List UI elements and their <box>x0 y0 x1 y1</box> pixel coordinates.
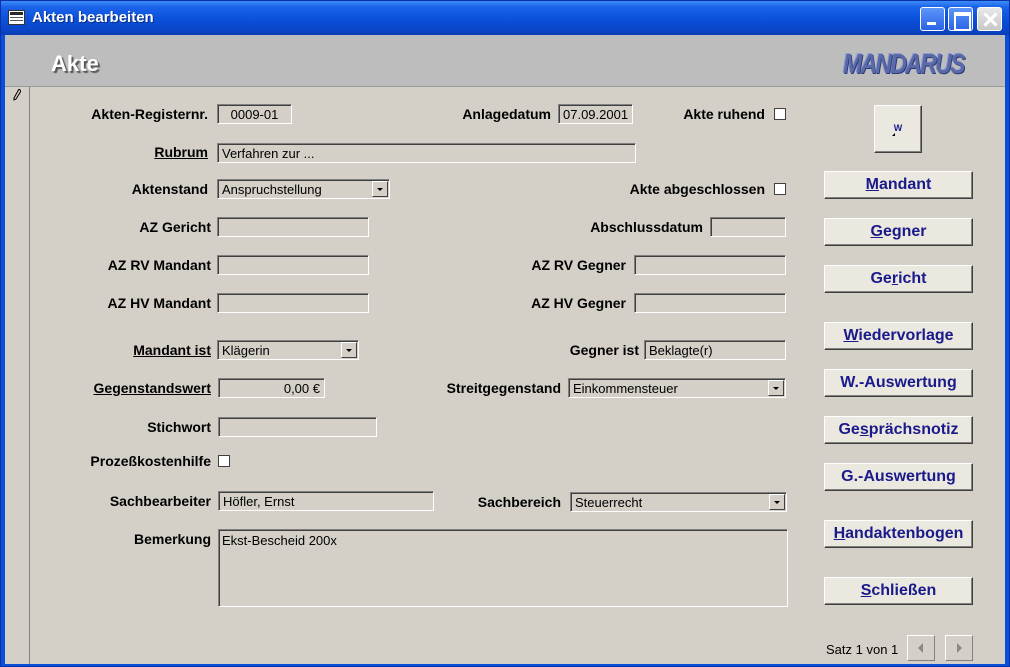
gericht-button[interactable]: Gericht <box>824 265 973 293</box>
schliessen-text: chließen <box>871 582 937 599</box>
rubrum-label[interactable]: Rubrum <box>88 144 208 160</box>
sachbearbeiter-field[interactable]: Höfler, Ernst <box>218 491 434 511</box>
dropdown-arrow-icon[interactable] <box>769 494 785 510</box>
stichwort-label: Stichwort <box>147 419 211 435</box>
akte-abgeschlossen-checkbox[interactable] <box>774 183 786 195</box>
anlagedatum-label: Anlagedatum <box>462 106 551 122</box>
streitgegenstand-value: Einkommensteuer <box>573 381 678 396</box>
gespraechsnotiz-accel: s <box>859 421 869 438</box>
aktenstand-combo[interactable]: Anspruchstellung <box>217 179 390 199</box>
gegenstandswert-label[interactable]: Gegenstandswert <box>88 380 211 396</box>
sachbereich-label: Sachbereich <box>477 494 561 510</box>
gericht-pre: Ge <box>870 270 892 287</box>
gegner-text: egner <box>882 223 927 240</box>
svg-text:W: W <box>894 123 903 133</box>
wiedervorlage-button[interactable]: Wiedervorlage <box>824 322 973 350</box>
akte-abgeschlossen-label: Akte abgeschlossen <box>629 181 765 197</box>
mandant-ist-value: Klägerin <box>222 343 270 358</box>
az-hv-mandant-field[interactable] <box>217 293 369 313</box>
w-auswertung-button[interactable]: W.-Auswertung <box>824 369 973 397</box>
streitgegenstand-combo[interactable]: Einkommensteuer <box>568 378 786 398</box>
aktenregister-label: Akten-Registernr. <box>91 106 208 122</box>
gegenstandswert-field[interactable]: 0,00 € <box>218 378 325 398</box>
schliessen-button[interactable]: Schließen <box>824 577 973 605</box>
gespraechsnotiz-post: prächsnotiz <box>868 421 959 438</box>
pencil-icon <box>13 89 21 101</box>
handaktenbogen-text: andaktenbogen <box>845 525 964 542</box>
w-auswertung-text: W.-Auswertung <box>840 374 957 391</box>
az-hv-gegner-field[interactable] <box>634 293 786 313</box>
az-gericht-label: AZ Gericht <box>139 219 211 235</box>
az-rv-gegner-field[interactable] <box>634 255 786 275</box>
record-counter: Satz 1 von 1 <box>826 642 899 657</box>
mandarus-logo: MANDARUS <box>843 48 965 79</box>
window-title: Akten bearbeiten <box>32 9 154 26</box>
az-rv-mandant-label: AZ RV Mandant <box>107 257 211 273</box>
az-hv-gegner-label: AZ HV Gegner <box>531 295 626 311</box>
gegner-ist-label: Gegner ist <box>569 342 639 358</box>
aktenstand-value: Anspruchstellung <box>222 182 322 197</box>
anlagedatum-field[interactable]: 07.09.2001 <box>558 104 633 124</box>
abschlussdatum-label: Abschlussdatum <box>590 219 703 235</box>
application-window: Akten bearbeiten Akte MANDARUS Akten-Reg… <box>0 0 1010 667</box>
sachbearbeiter-label: Sachbearbeiter <box>109 493 211 509</box>
bemerkung-label: Bemerkung <box>133 531 211 547</box>
sachbereich-combo[interactable]: Steuerrecht <box>570 492 787 512</box>
abschlussdatum-field[interactable] <box>710 217 786 237</box>
gespraechsnotiz-pre: Ge <box>838 421 860 438</box>
form-body: Akten-Registernr. 0009-01 Anlagedatum 07… <box>31 87 1005 664</box>
sachbereich-value: Steuerrecht <box>575 495 643 510</box>
gegner-button[interactable]: Gegner <box>824 218 973 246</box>
g-auswertung-button[interactable]: G.-Auswertung <box>824 463 973 491</box>
maximize-button[interactable] <box>948 7 973 31</box>
handaktenbogen-accel: H <box>833 525 846 542</box>
form-title: Akte <box>51 51 99 76</box>
record-selector[interactable] <box>5 87 30 664</box>
form-header: Akte MANDARUS <box>5 35 1005 87</box>
schliessen-accel: S <box>860 582 872 599</box>
g-auswertung-text: G.-Auswertung <box>841 468 956 485</box>
wiedervorlage-text: iedervorlage <box>858 327 954 344</box>
mandant-ist-label[interactable]: Mandant ist <box>88 342 211 358</box>
az-gericht-field[interactable] <box>217 217 369 237</box>
akte-ruhend-checkbox[interactable] <box>774 108 786 120</box>
mandant-accel: M <box>865 176 879 193</box>
akte-ruhend-label: Akte ruhend <box>683 106 765 122</box>
aktenstand-label: Aktenstand <box>131 181 208 197</box>
handaktenbogen-button[interactable]: Handaktenbogen <box>824 520 973 548</box>
az-rv-mandant-field[interactable] <box>217 255 369 275</box>
mandant-ist-combo[interactable]: Klägerin <box>217 340 359 360</box>
next-record-button[interactable] <box>945 635 973 661</box>
az-rv-gegner-label: AZ RV Gegner <box>531 257 626 273</box>
dropdown-arrow-icon[interactable] <box>372 181 388 197</box>
mandant-button[interactable]: Mandant <box>824 171 973 199</box>
gegner-accel: G <box>870 223 883 240</box>
rubrum-field[interactable]: Verfahren zur ... <box>217 143 636 163</box>
minimize-button[interactable] <box>920 7 945 31</box>
gegner-ist-field[interactable]: Beklagte(r) <box>644 340 786 360</box>
title-bar[interactable]: Akten bearbeiten <box>1 1 1009 35</box>
prozesskostenhilfe-checkbox[interactable] <box>218 455 230 467</box>
prozesskostenhilfe-label: Prozeßkostenhilfe <box>90 453 211 469</box>
wiedervorlage-accel: W <box>843 327 859 344</box>
bemerkung-memo[interactable]: Ekst-Bescheid 200x <box>218 529 788 607</box>
dropdown-arrow-icon[interactable] <box>341 342 357 358</box>
previous-record-button[interactable] <box>907 635 935 661</box>
gespraechsnotiz-button[interactable]: Gesprächsnotiz <box>824 416 973 444</box>
stichwort-field[interactable] <box>218 417 377 437</box>
az-hv-mandant-label: AZ HV Mandant <box>107 295 211 311</box>
aktenregister-field[interactable]: 0009-01 <box>217 104 292 124</box>
dropdown-arrow-icon[interactable] <box>768 380 784 396</box>
mandant-text: andant <box>878 176 932 193</box>
form-client-area: Akte MANDARUS Akten-Registernr. 0009-01 … <box>5 35 1005 664</box>
word-icon: W <box>892 123 903 136</box>
gericht-post: icht <box>898 270 927 287</box>
form-icon[interactable] <box>8 10 25 25</box>
streitgegenstand-label: Streitgegenstand <box>446 380 561 396</box>
close-button[interactable] <box>977 7 1002 31</box>
word-export-button[interactable]: W <box>874 105 922 153</box>
